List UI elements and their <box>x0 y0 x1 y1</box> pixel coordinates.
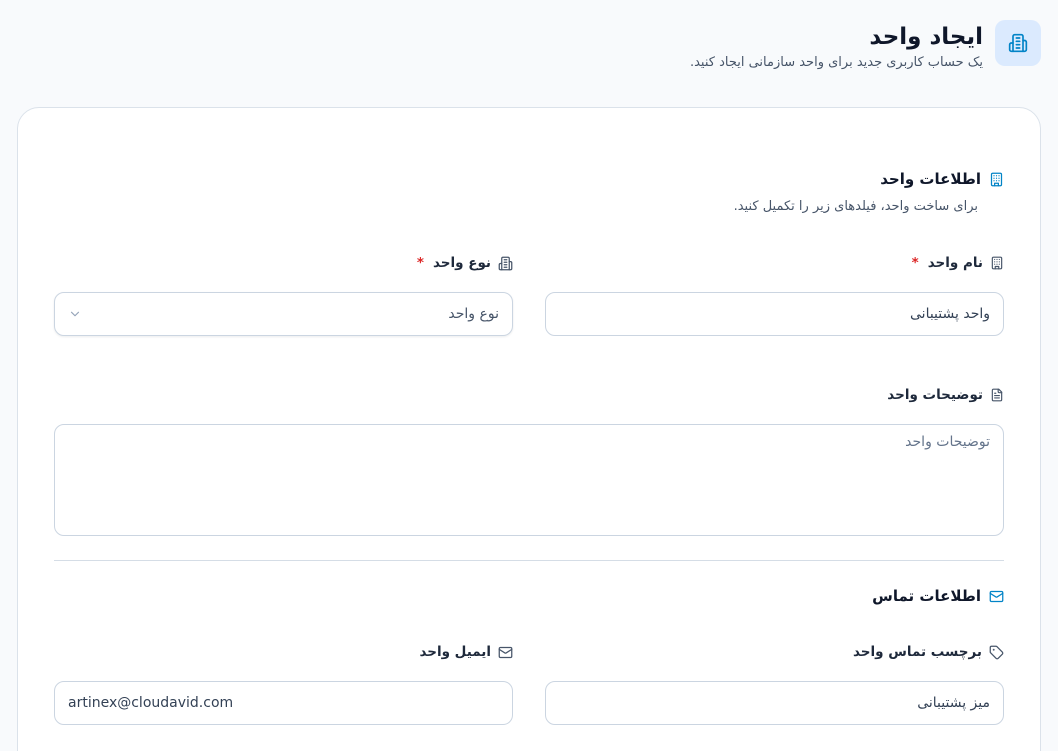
document-icon <box>990 388 1004 402</box>
unit-description-label: توضیحات واحد <box>887 387 1004 403</box>
unit-info-section-header: اطلاعات واحد <box>880 170 1004 188</box>
unit-type-placeholder: نوع واحد <box>448 306 499 322</box>
unit-description-label-text: توضیحات واحد <box>887 387 983 403</box>
required-mark: * <box>911 255 919 271</box>
unit-description-placeholder: توضیحات واحد <box>905 434 990 450</box>
unit-name-value: واحد پشتیبانی <box>910 306 990 322</box>
buildings-icon <box>498 256 513 271</box>
form-card: اطلاعات واحد برای ساخت واحد، فیلدهای زیر… <box>17 107 1041 751</box>
section-divider <box>54 560 1004 561</box>
page-subtitle: یک حساب کاربری جدید برای واحد سازمانی ای… <box>689 55 983 70</box>
unit-email-input[interactable]: artinex@cloudavid.com <box>54 681 513 725</box>
page-header: ایجاد واحد یک حساب کاربری جدید برای واحد… <box>690 20 1041 72</box>
unit-info-title: اطلاعات واحد <box>880 170 981 188</box>
mail-icon <box>498 645 513 660</box>
unit-description-textarea[interactable]: توضیحات واحد <box>54 424 1004 536</box>
unit-type-label-text: نوع واحد <box>432 255 491 271</box>
contact-info-section-header: اطلاعات تماس <box>872 587 1004 605</box>
building-icon <box>990 256 1004 270</box>
unit-info-description: برای ساخت واحد، فیلدهای زیر را تکمیل کنی… <box>733 199 978 214</box>
unit-email-value: artinex@cloudavid.com <box>68 695 234 711</box>
contact-tag-input[interactable]: میز پشتیبانی <box>545 681 1004 725</box>
tag-icon <box>989 645 1004 660</box>
unit-email-label: ایمیل واحد <box>419 644 513 660</box>
unit-type-label: نوع واحد * <box>417 255 513 271</box>
unit-name-label: نام واحد * <box>912 255 1004 271</box>
page-title: ایجاد واحد <box>869 24 983 50</box>
contact-tag-label-text: برچسب تماس واحد <box>853 644 982 660</box>
unit-name-label-text: نام واحد <box>927 255 983 271</box>
building-icon <box>989 172 1004 187</box>
contact-tag-value: میز پشتیبانی <box>917 695 990 711</box>
header-icon-box <box>995 20 1041 66</box>
contact-info-title: اطلاعات تماس <box>872 587 981 605</box>
unit-email-label-text: ایمیل واحد <box>419 644 491 660</box>
chevron-down-icon <box>68 307 82 321</box>
required-mark: * <box>416 255 424 271</box>
unit-type-select[interactable]: نوع واحد <box>54 292 513 336</box>
buildings-icon <box>1008 33 1028 53</box>
mail-icon <box>989 589 1004 604</box>
contact-tag-label: برچسب تماس واحد <box>853 644 1004 660</box>
unit-name-input[interactable]: واحد پشتیبانی <box>545 292 1004 336</box>
